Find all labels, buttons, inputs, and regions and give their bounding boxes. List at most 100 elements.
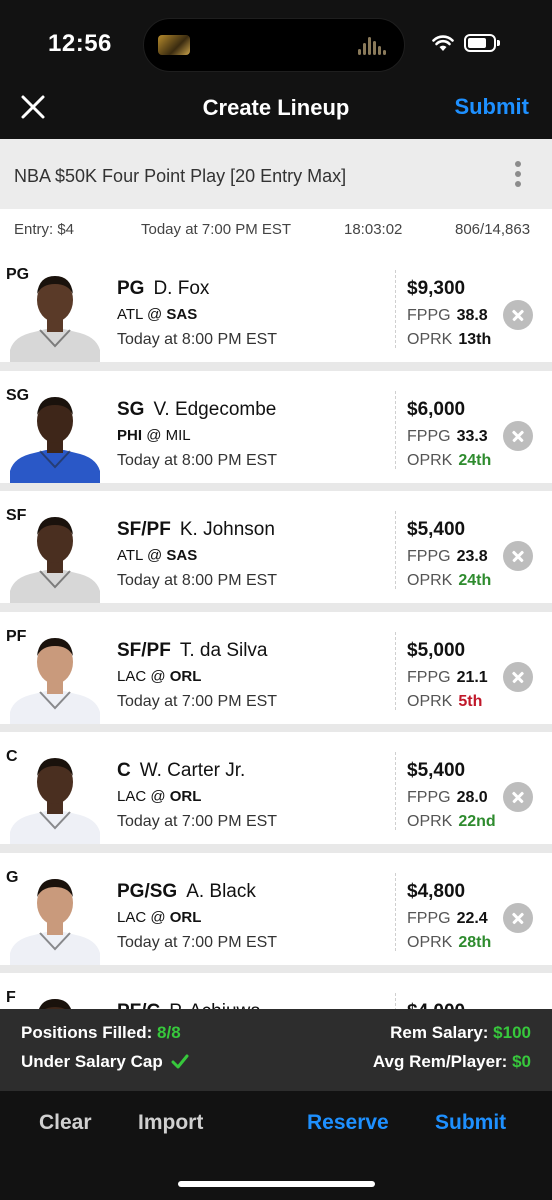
fppg-value: 22.4 <box>456 909 488 927</box>
player-positions: PG/SG <box>117 880 178 902</box>
fppg-stat: FPPG 28.0 <box>407 789 488 807</box>
matchup-at: @ <box>150 788 166 805</box>
player-team: LAC <box>117 788 147 805</box>
card-divider <box>395 390 396 469</box>
oprk-value: 24th <box>458 451 492 469</box>
fppg-value: 23.8 <box>456 548 488 565</box>
player-name: V. Edgecombe <box>153 398 277 420</box>
player-salary: $4,800 <box>407 880 466 902</box>
player-name: W. Carter Jr. <box>139 760 246 781</box>
player-headshot <box>10 748 100 844</box>
player-headshot <box>10 989 100 1010</box>
player-name-line[interactable]: SF/PF T. da Silva <box>117 640 268 662</box>
game-time: Today at 7:00 PM EST <box>117 692 278 710</box>
player-team: LAC <box>117 908 147 926</box>
roster-slot: SG <box>6 386 30 404</box>
oprk-value: 22nd <box>458 813 496 830</box>
oprk-value: 13th <box>458 331 492 348</box>
player-team: LAC <box>117 667 147 685</box>
card-divider <box>395 993 396 1010</box>
roster-slot: G <box>6 868 19 886</box>
remaining-salary-label: Rem Salary: <box>390 1023 489 1042</box>
game-time: Today at 8:00 PM EST <box>117 331 278 348</box>
matchup: LAC @ ORL <box>117 668 201 685</box>
fppg-stat: FPPG 38.8 <box>407 307 488 325</box>
opponent-team: ORL <box>169 908 202 926</box>
player-name-line[interactable]: C W. Carter Jr. <box>117 760 245 782</box>
roster-slot: F <box>6 989 16 1006</box>
lineup-summary: Positions Filled: 8/8 Under Salary Cap R… <box>0 1009 552 1091</box>
fppg-value: 33.3 <box>456 427 488 445</box>
header-submit-button[interactable]: Submit <box>454 94 529 120</box>
opponent-team: ORL <box>169 667 202 685</box>
positions-filled: Positions Filled: 8/8 <box>21 1023 181 1043</box>
player-card[interactable]: PG PG D. Fox ATL @ SAS Today at 8:00 PM E… <box>0 250 552 362</box>
fppg-label: FPPG <box>407 427 451 445</box>
oprk-value: 24th <box>458 572 492 589</box>
fppg-stat: FPPG 21.1 <box>407 669 488 687</box>
oprk-label: OPRK <box>407 572 453 589</box>
remove-player-icon[interactable] <box>503 300 533 330</box>
roster-slot: PG <box>6 266 30 283</box>
fppg-label: FPPG <box>407 909 451 927</box>
matchup: LAC @ ORL <box>117 788 201 805</box>
avg-remaining-value: $0 <box>512 1052 531 1071</box>
salary-cap-status: Under Salary Cap <box>21 1052 189 1072</box>
player-salary: $6,000 <box>407 398 466 420</box>
player-card[interactable]: PF SF/PF T. da Silva LAC @ ORL Today at 7… <box>0 611 552 724</box>
oprk-label: OPRK <box>407 331 453 348</box>
player-name: D. Fox <box>153 278 210 299</box>
card-divider <box>395 270 396 348</box>
status-bar: 12:56 <box>0 0 552 76</box>
opponent-team: MIL <box>165 426 191 444</box>
matchup-at: @ <box>147 306 163 323</box>
oprk-label: OPRK <box>407 692 453 710</box>
remove-player-icon[interactable] <box>503 420 533 451</box>
player-card[interactable]: C C W. Carter Jr. LAC @ ORL Today at 7:00… <box>0 732 552 844</box>
player-card[interactable]: SG SG V. Edgecombe PHI @ MIL Today at 8:0… <box>0 370 552 483</box>
app-header: Create Lineup Submit <box>0 76 552 139</box>
matchup: ATL @ SAS <box>117 306 197 323</box>
player-headshot <box>10 869 100 965</box>
game-time: Today at 8:00 PM EST <box>117 572 278 589</box>
audio-waveform-icon <box>358 34 388 58</box>
checkmark-icon <box>171 1054 189 1069</box>
player-name: K. Johnson <box>179 519 275 540</box>
roster-slot: SF <box>6 507 27 524</box>
submit-button[interactable]: Submit <box>435 1111 506 1135</box>
player-salary: $5,400 <box>407 519 466 540</box>
oprk-stat: OPRK 24th <box>407 572 491 590</box>
contest-start-time: Today at 7:00 PM EST <box>141 221 292 238</box>
matchup-at: @ <box>146 426 162 444</box>
player-card[interactable]: G PG/SG A. Black LAC @ ORL Today at 7:00 … <box>0 852 552 965</box>
player-positions: SF/PF <box>117 639 171 661</box>
more-options-icon[interactable] <box>514 161 522 189</box>
positions-filled-value: 8/8 <box>157 1023 181 1042</box>
reserve-button[interactable]: Reserve <box>307 1111 389 1135</box>
player-team: ATL <box>117 306 143 323</box>
player-card[interactable]: F PF/CP. Achiuwa $4,000 <box>0 973 552 1010</box>
player-salary: $5,400 <box>407 760 466 781</box>
lineup-list: PG PG D. Fox ATL @ SAS Today at 8:00 PM E… <box>0 250 552 1010</box>
oprk-value: 5th <box>458 692 483 710</box>
remove-player-icon[interactable] <box>503 661 533 692</box>
wifi-icon <box>432 35 454 51</box>
player-name-line[interactable]: PG D. Fox <box>117 278 209 300</box>
positions-filled-label: Positions Filled: <box>21 1023 153 1042</box>
remaining-salary-value: $100 <box>493 1023 531 1042</box>
remove-player-icon[interactable] <box>503 541 533 571</box>
remove-player-icon[interactable] <box>503 902 533 933</box>
player-name-line[interactable]: PG/SG A. Black <box>117 881 256 903</box>
player-name-line[interactable]: SG V. Edgecombe <box>117 399 276 421</box>
import-button[interactable]: Import <box>138 1111 203 1135</box>
player-card[interactable]: SF SF/PF K. Johnson ATL @ SAS Today at 8:… <box>0 491 552 603</box>
card-divider <box>395 631 396 710</box>
fppg-value: 21.1 <box>456 668 488 686</box>
oprk-label: OPRK <box>407 933 453 951</box>
clear-button[interactable]: Clear <box>39 1111 92 1135</box>
fppg-label: FPPG <box>407 789 451 806</box>
fppg-label: FPPG <box>407 548 451 565</box>
avg-remaining-per-player: Avg Rem/Player: $0 <box>373 1052 531 1072</box>
remove-player-icon[interactable] <box>503 782 533 812</box>
player-name-line[interactable]: SF/PF K. Johnson <box>117 519 275 541</box>
